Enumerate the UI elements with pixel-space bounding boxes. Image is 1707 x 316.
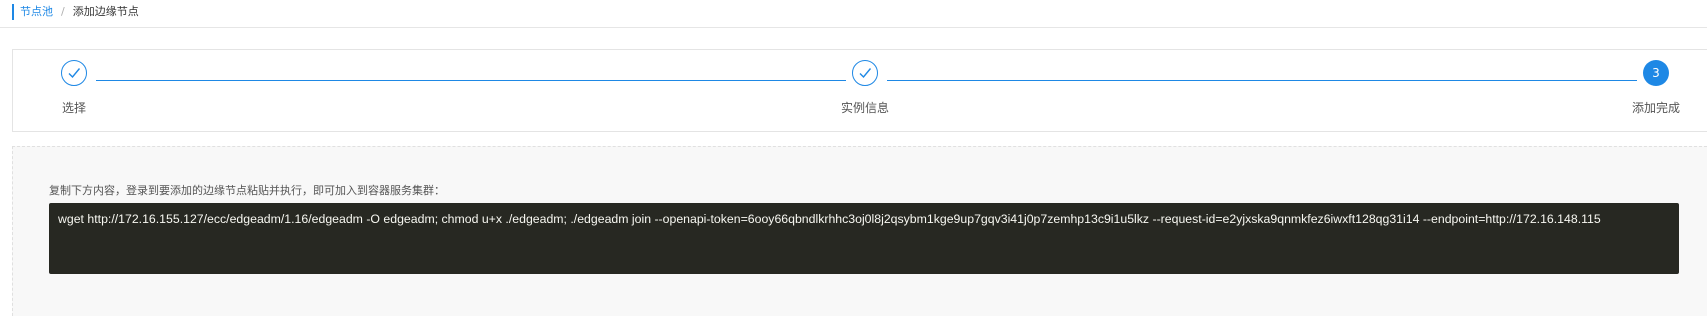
step-3-circle: 3: [1643, 60, 1669, 86]
step-1-circle: [61, 60, 87, 86]
breadcrumb-bar: 节点池 / 添加边缘节点: [0, 0, 1707, 28]
step-1-label: 选择: [62, 101, 87, 115]
join-command-code-block[interactable]: wget http://172.16.155.127/ecc/edgeadm/1…: [49, 203, 1679, 274]
step-connector-1: [96, 80, 846, 81]
breadcrumb: 节点池 / 添加边缘节点: [12, 4, 139, 20]
step-connector-2: [887, 80, 1637, 81]
check-icon: [68, 68, 81, 79]
breadcrumb-link-node-pool[interactable]: 节点池: [20, 4, 53, 20]
step-2-circle: [852, 60, 878, 86]
breadcrumb-current: 添加边缘节点: [72, 5, 139, 18]
check-icon: [859, 68, 872, 79]
join-command-text[interactable]: wget http://172.16.155.127/ecc/edgeadm/1…: [58, 212, 1601, 226]
step-3-label: 添加完成: [1632, 101, 1681, 115]
step-2-label: 实例信息: [841, 101, 890, 115]
step-3-number: 3: [1652, 66, 1660, 80]
breadcrumb-separator: /: [61, 5, 65, 18]
page: 节点池 / 添加边缘节点 选择 实例信息 3 添加完成 复制下方内容，登录到要添…: [0, 0, 1707, 316]
instruction-hint: 复制下方内容，登录到要添加的边缘节点粘贴并执行，即可加入到容器服务集群：: [49, 184, 445, 197]
